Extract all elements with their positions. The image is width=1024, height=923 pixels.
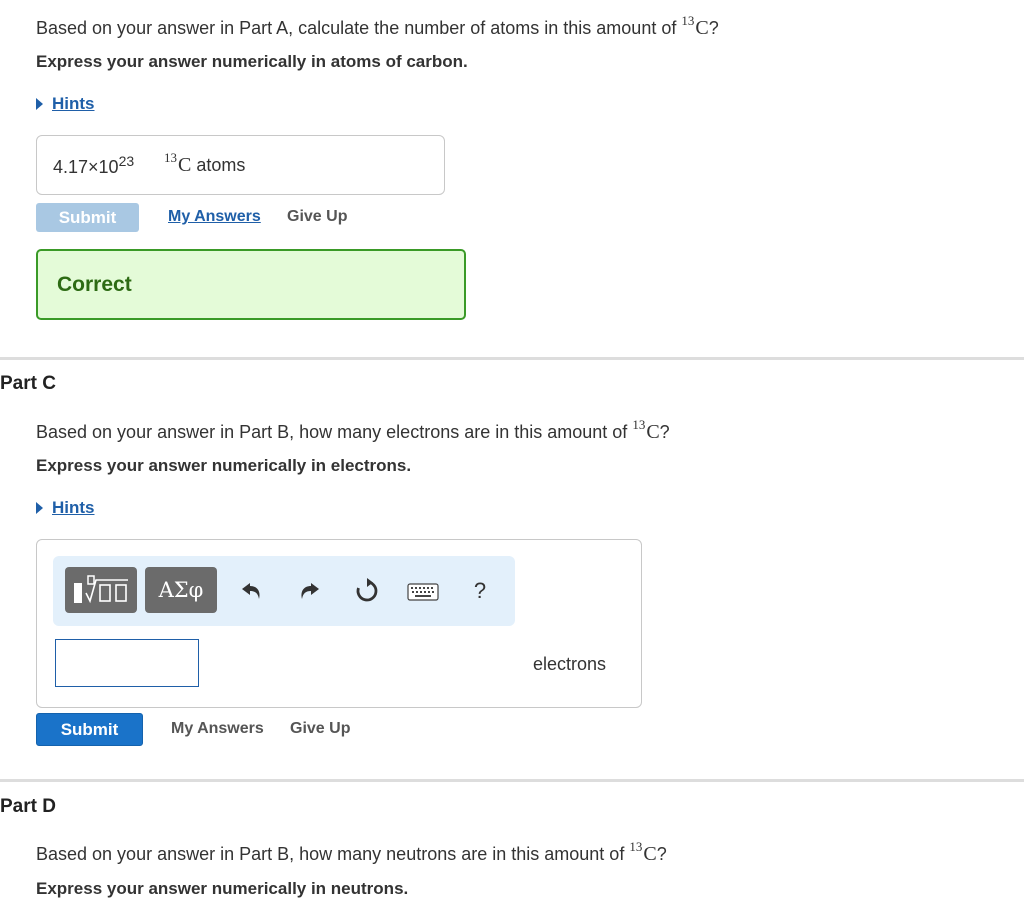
partb-question: Based on your answer in Part A, calculat… (36, 13, 719, 39)
greek-symbols-button[interactable]: ΑΣφ (145, 567, 217, 613)
partb-feedback-text: Correct (57, 273, 132, 296)
partb-answer-unit: 13C atoms (164, 150, 246, 176)
reset-icon (356, 578, 378, 602)
undo-icon (242, 583, 260, 599)
partc-isotope: 13C (632, 417, 660, 443)
partc-give-up-link[interactable]: Give Up (290, 720, 350, 738)
partb-answer-box: 4.17×1023 13C atoms (36, 135, 445, 195)
partd-question: Based on your answer in Part B, how many… (36, 839, 667, 865)
partc-instruction: Express your answer numerically in elect… (36, 456, 412, 475)
partb-answer-value: 4.17×1023 (53, 153, 135, 177)
partd-isotope: 13C (629, 839, 657, 865)
partb-feedback-box: Correct (36, 249, 466, 320)
partd-instruction: Express your answer numerically in neutr… (36, 879, 409, 898)
partc-hints-link[interactable]: Hints (52, 498, 95, 518)
redo-icon (301, 583, 319, 599)
partc-unit-label: electrons (533, 654, 607, 674)
partb-hints-link[interactable]: Hints (52, 94, 95, 114)
partb-isotope: 13C (681, 13, 709, 39)
partb-instruction: Express your answer numerically in atoms… (36, 52, 468, 71)
section-divider (0, 779, 1024, 782)
partd-question-text: Based on your answer in Part B, how many… (36, 844, 625, 864)
partb-hints-toggle[interactable]: Hints (36, 94, 95, 114)
templates-icon (74, 575, 128, 604)
partc-question-text: Based on your answer in Part B, how many… (36, 422, 628, 442)
undo-button[interactable] (237, 578, 267, 604)
partb-question-text: Based on your answer in Part A, calculat… (36, 18, 677, 38)
section-divider (0, 357, 1024, 360)
reset-button[interactable] (351, 577, 383, 605)
keyboard-icon (407, 583, 439, 601)
templates-button[interactable] (65, 567, 137, 613)
partb-my-answers-link[interactable]: My Answers (168, 208, 261, 226)
partc-answer-input[interactable] (55, 639, 199, 687)
keyboard-button[interactable] (405, 580, 441, 604)
partd-title[interactable]: Part D (0, 796, 56, 818)
partb-give-up-link[interactable]: Give Up (287, 208, 347, 226)
partc-submit-button[interactable]: Submit (36, 713, 143, 746)
math-toolbar: ΑΣφ ? (53, 556, 515, 626)
expand-triangle-icon (36, 98, 43, 110)
partb-submit-button[interactable]: Submit (36, 203, 139, 232)
help-button[interactable]: ? (467, 576, 493, 606)
partc-answer-panel: ΑΣφ ? electrons (36, 539, 642, 708)
partc-title[interactable]: Part C (0, 373, 56, 395)
redo-button[interactable] (294, 578, 324, 604)
partc-question: Based on your answer in Part B, how many… (36, 417, 670, 443)
partc-hints-toggle[interactable]: Hints (36, 498, 95, 518)
expand-triangle-icon (36, 502, 43, 514)
partc-my-answers-link[interactable]: My Answers (171, 720, 264, 738)
